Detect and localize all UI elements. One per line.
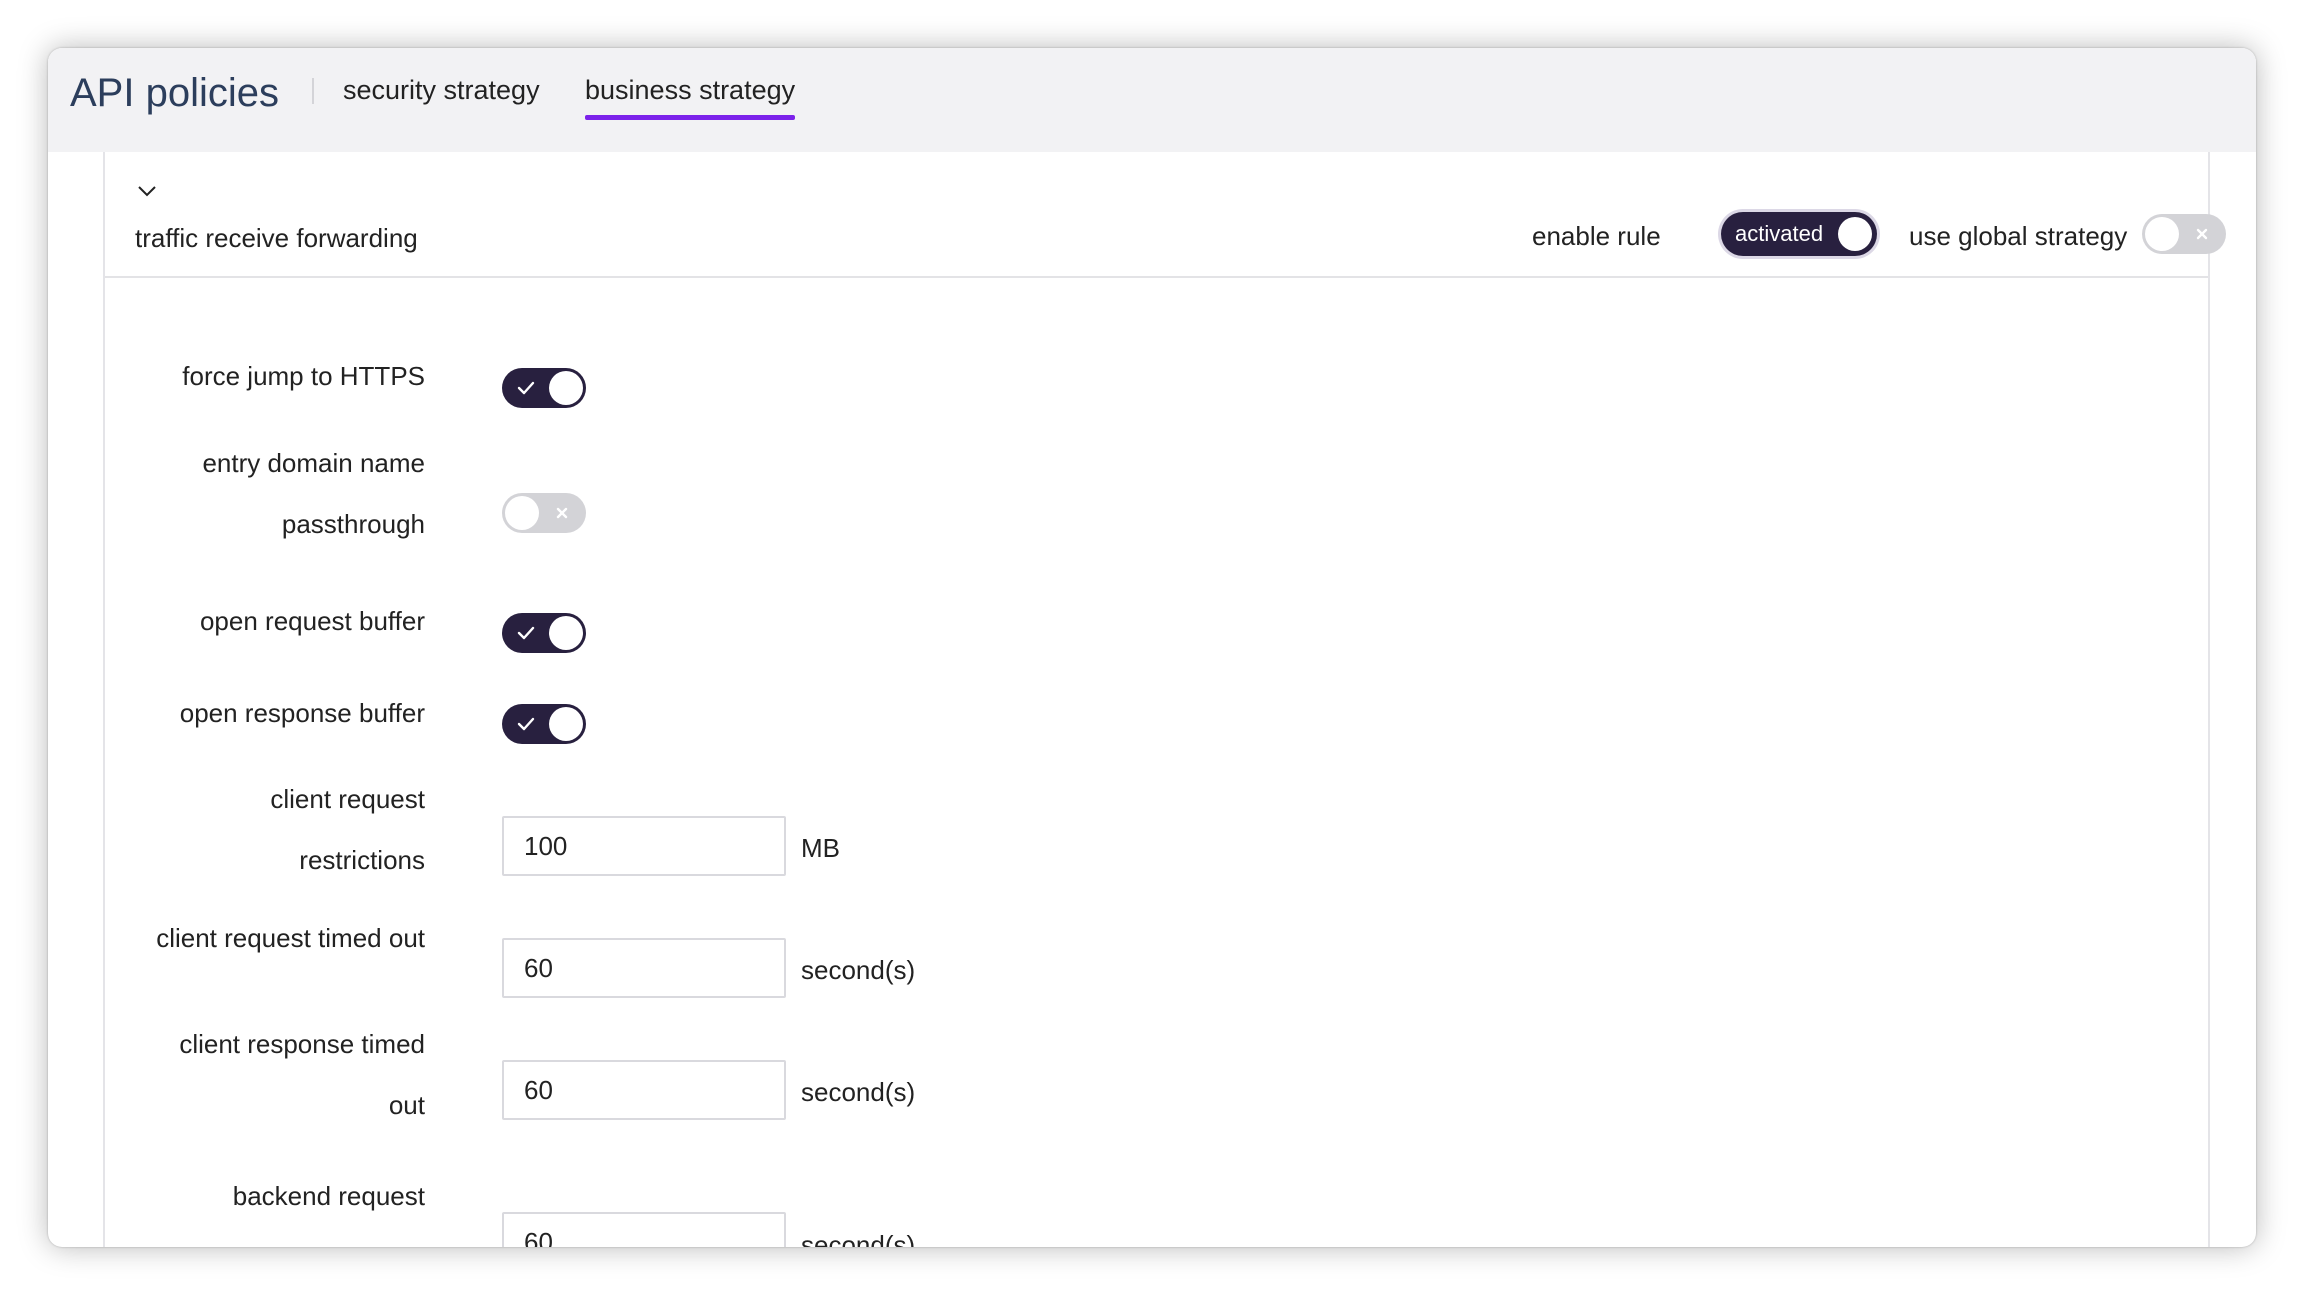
client-response-timeout-label: client response timed out [179, 1014, 425, 1136]
header-bar: API policies security strategy business … [48, 48, 2256, 152]
client-request-timeout-label: client request timed out [156, 923, 425, 953]
tab-security-strategy[interactable]: security strategy [343, 70, 540, 110]
enable-rule-toggle[interactable]: activated [1721, 212, 1877, 256]
unit-label: second(s) [801, 1230, 916, 1247]
toggle-knob [549, 707, 583, 741]
toggle-state-text: activated [1735, 221, 1824, 246]
use-global-strategy-toggle[interactable] [2142, 214, 2226, 254]
label-line: timeout [233, 1227, 425, 1247]
unit-label: second(s) [801, 1077, 916, 1107]
client-request-restrictions-input[interactable] [502, 816, 786, 876]
active-tab-indicator [585, 115, 796, 120]
force-https-toggle[interactable] [502, 368, 586, 408]
response-buffer-toggle[interactable] [502, 704, 586, 744]
response-buffer-label: open response buffer [179, 698, 425, 728]
client-response-timeout-input[interactable] [502, 1060, 786, 1120]
domain-passthrough-toggle[interactable] [502, 493, 586, 533]
request-buffer-label: open request buffer [199, 606, 425, 636]
check-icon [517, 626, 535, 640]
backend-request-timeout-input[interactable] [502, 1212, 786, 1247]
label-line: backend request [232, 1181, 425, 1211]
backend-request-timeout-label: backend request timeout [233, 1166, 425, 1247]
toggle-knob [549, 371, 583, 405]
toggle-knob [1838, 217, 1872, 251]
page-title: API policies [70, 71, 279, 115]
close-icon [2196, 228, 2208, 240]
tab-label: security strategy [343, 75, 540, 105]
unit-label: MB [801, 833, 840, 863]
title-divider [312, 78, 314, 104]
unit-label: second(s) [801, 955, 916, 985]
close-icon [556, 507, 568, 519]
toggle-knob [2145, 217, 2179, 251]
strategy-panel: traffic receive forwarding enable rule a… [103, 152, 2226, 1247]
toggle-knob [505, 496, 539, 530]
use-global-strategy-label: use global strategy [1909, 221, 2128, 251]
check-icon [517, 381, 535, 395]
request-buffer-toggle[interactable] [502, 613, 586, 653]
client-request-restrictions-label: client request restrictions [270, 769, 425, 891]
tab-business-strategy[interactable]: business strategy [585, 70, 796, 120]
label-line: restrictions [299, 845, 425, 875]
enable-rule-label: enable rule [1532, 221, 1661, 251]
section-title: traffic receive forwarding [135, 223, 418, 253]
label-line: client request [270, 784, 425, 814]
client-request-timeout-input[interactable] [502, 938, 786, 998]
domain-passthrough-label: entry domain name passthrough [202, 433, 425, 555]
chevron-down-icon[interactable] [136, 180, 158, 202]
tab-label: business strategy [585, 75, 796, 105]
label-line: out [388, 1090, 425, 1120]
check-icon [517, 717, 535, 731]
label-line: entry domain name [202, 448, 425, 478]
section-header: traffic receive forwarding enable rule a… [105, 152, 2226, 278]
label-line: client response timed [179, 1029, 425, 1059]
toggle-knob [549, 616, 583, 650]
force-https-label: force jump to HTTPS [182, 361, 425, 391]
label-line: passthrough [281, 509, 425, 539]
app-window: API policies security strategy business … [48, 48, 2256, 1247]
